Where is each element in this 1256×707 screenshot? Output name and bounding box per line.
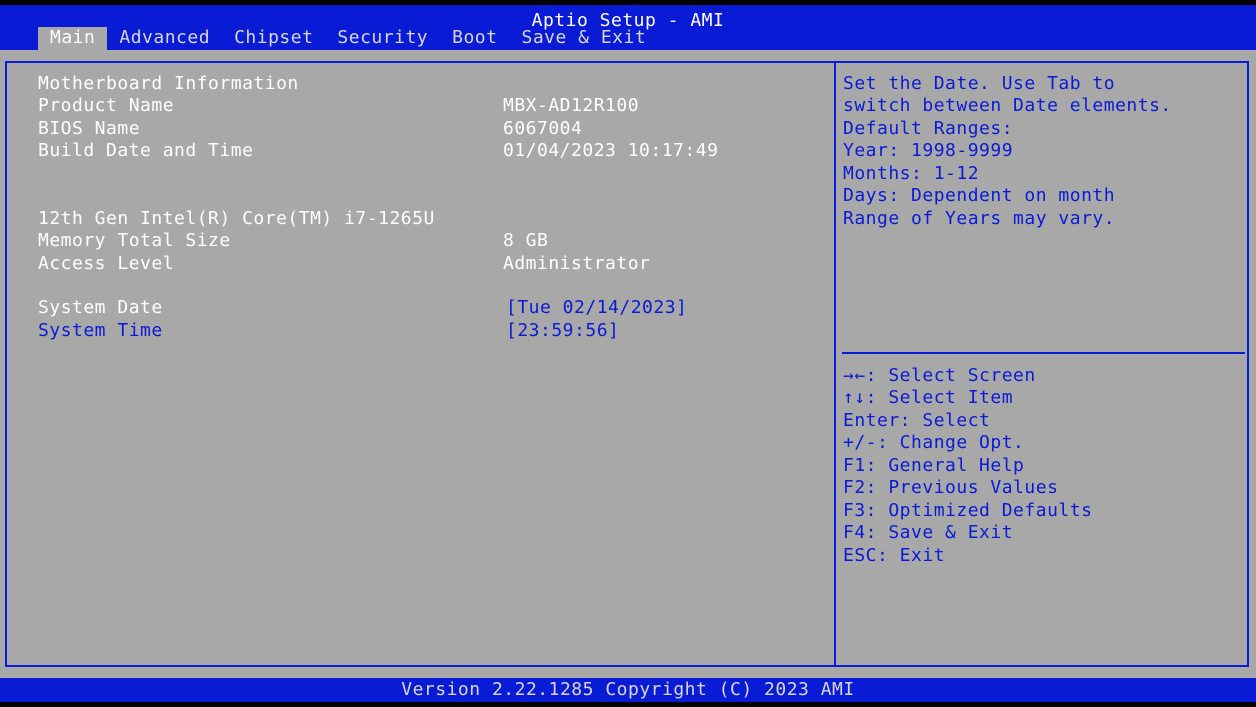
help-line: Default Ranges: bbox=[843, 118, 1014, 139]
access-level-value: Administrator bbox=[503, 253, 651, 274]
build-date-label: Build Date and Time bbox=[38, 140, 254, 161]
key-hint-select-item: ↑↓: Select Item bbox=[843, 387, 1014, 408]
vertical-divider bbox=[834, 61, 836, 667]
footer-bar: Version 2.22.1285 Copyright (C) 2023 AMI bbox=[0, 678, 1256, 702]
tab-save-exit[interactable]: Save & Exit bbox=[509, 27, 658, 50]
access-level-label: Access Level bbox=[38, 253, 175, 274]
key-hint-esc: ESC: Exit bbox=[843, 545, 946, 566]
key-hint-f3: F3: Optimized Defaults bbox=[843, 500, 1093, 521]
help-line: switch between Date elements. bbox=[843, 95, 1172, 116]
version-text: Version 2.22.1285 Copyright (C) 2023 AMI bbox=[401, 679, 855, 700]
help-line: Year: 1998-9999 bbox=[843, 140, 1014, 161]
tab-advanced[interactable]: Advanced bbox=[107, 27, 222, 50]
product-name-label: Product Name bbox=[38, 95, 175, 116]
system-date-field[interactable]: [Tue 02/14/2023] bbox=[506, 297, 687, 320]
help-line: Set the Date. Use Tab to bbox=[843, 73, 1116, 94]
main-panel: Motherboard Information Product Name MBX… bbox=[0, 50, 1256, 678]
tab-chipset[interactable]: Chipset bbox=[222, 27, 325, 50]
system-time-label[interactable]: System Time bbox=[38, 320, 163, 343]
help-line: Days: Dependent on month bbox=[843, 185, 1116, 206]
tab-boot[interactable]: Boot bbox=[440, 27, 509, 50]
key-hint-f1: F1: General Help bbox=[843, 455, 1025, 476]
tab-main[interactable]: Main bbox=[38, 27, 108, 50]
section-title: Motherboard Information bbox=[38, 73, 299, 94]
help-divider bbox=[842, 352, 1245, 354]
product-name-value: MBX-AD12R100 bbox=[503, 95, 640, 116]
key-hint-change-opt: +/-: Change Opt. bbox=[843, 432, 1025, 453]
tab-security[interactable]: Security bbox=[325, 27, 440, 50]
memory-label: Memory Total Size bbox=[38, 230, 231, 251]
key-hint-enter: Enter: Select bbox=[843, 410, 991, 431]
memory-value: 8 GB bbox=[503, 230, 549, 251]
cpu-name: 12th Gen Intel(R) Core(TM) i7-1265U bbox=[38, 208, 435, 229]
help-line: Months: 1-12 bbox=[843, 163, 980, 184]
key-hint-f2: F2: Previous Values bbox=[843, 477, 1059, 498]
help-line: Range of Years may vary. bbox=[843, 208, 1116, 229]
bios-name-label: BIOS Name bbox=[38, 118, 141, 139]
build-date-value: 01/04/2023 10:17:49 bbox=[503, 140, 719, 161]
bios-name-value: 6067004 bbox=[503, 118, 583, 139]
key-hint-f4: F4: Save & Exit bbox=[843, 522, 1014, 543]
key-hint-select-screen: →←: Select Screen bbox=[843, 365, 1036, 386]
tab-bar: Main Advanced Chipset Security Boot Save… bbox=[38, 27, 658, 50]
system-date-label[interactable]: System Date bbox=[38, 297, 163, 320]
system-time-field[interactable]: [23:59:56] bbox=[506, 320, 619, 343]
